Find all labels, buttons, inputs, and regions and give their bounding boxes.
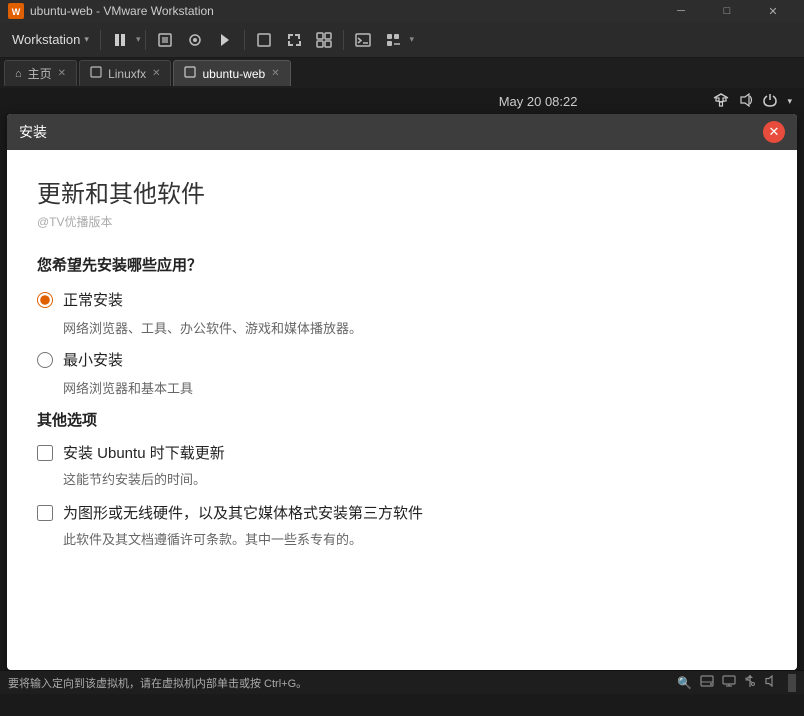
vm-datetime: May 20 08:22 [363, 94, 714, 109]
tab-linuxfx-label: Linuxfx [108, 67, 146, 81]
installer-close-button[interactable]: ✕ [763, 121, 785, 143]
workstation-dropdown-arrow: ▾ [84, 34, 89, 45]
home-tab-icon: ⌂ [15, 68, 22, 80]
tab-home[interactable]: ⌂ 主页 ✕ [4, 60, 77, 86]
toolbar-separator-4 [343, 30, 344, 50]
window-title: ubuntu-web - VMware Workstation [30, 4, 214, 18]
bottom-status-bar: 要将输入定向到该虚拟机，请在虚拟机内部单击或按 Ctrl+G。 🔍 [0, 670, 804, 694]
normal-install-desc: 网络浏览器、工具、办公软件、游戏和媒体播放器。 [63, 318, 767, 337]
tab-ubuntu-web[interactable]: ubuntu-web ✕ [173, 60, 290, 86]
tabs-bar: ⌂ 主页 ✕ Linuxfx ✕ ubuntu-web ✕ [0, 58, 804, 88]
tab-home-label: 主页 [28, 65, 52, 82]
installer-window: 安装 ✕ 更新和其他软件 @TV优播版本 您希望先安装哪些应用？ 正常安装 网络… [7, 114, 797, 670]
tab-home-close[interactable]: ✕ [58, 68, 66, 79]
bottom-bar-icons: 🔍 [677, 674, 796, 692]
workstation-label: Workstation [12, 32, 80, 47]
bottom-indicator [788, 674, 796, 692]
vm-status-icons: ▾ [713, 93, 792, 110]
fit-guest-button[interactable] [151, 26, 179, 54]
close-button[interactable]: ✕ [750, 0, 796, 22]
workstation-menu[interactable]: Workstation ▾ [6, 32, 95, 47]
minimal-install-option[interactable]: 最小安装 [37, 349, 767, 370]
checkbox-update-option[interactable]: 安装 Ubuntu 时下载更新 [37, 442, 767, 463]
checkbox-update[interactable] [37, 445, 53, 461]
vm-menu-arrow[interactable]: ▾ [787, 96, 792, 107]
snapshot-button[interactable] [181, 26, 209, 54]
minimal-install-radio[interactable] [37, 352, 53, 368]
section-question: 您希望先安装哪些应用？ [37, 254, 767, 275]
page-subheading: @TV优播版本 [37, 213, 767, 230]
vm-power-icon[interactable] [763, 93, 777, 110]
installer-titlebar: 安装 ✕ [7, 114, 797, 150]
toolbar-separator-2 [145, 30, 146, 50]
installer-content: 更新和其他软件 @TV优播版本 您希望先安装哪些应用？ 正常安装 网络浏览器、工… [7, 150, 797, 670]
bottom-bar-message: 要将输入定向到该虚拟机，请在虚拟机内部单击或按 Ctrl+G。 [8, 675, 307, 691]
title-bar: W ubuntu-web - VMware Workstation ─ □ ✕ [0, 0, 804, 22]
bottom-usb-icon[interactable] [744, 674, 756, 691]
bottom-network2-icon[interactable] [722, 675, 736, 690]
vm-settings-button[interactable] [250, 26, 278, 54]
toolbar-separator-1 [100, 30, 101, 50]
tab-ubuntu-label: ubuntu-web [202, 67, 265, 81]
other-options-heading: 其他选项 [37, 409, 767, 430]
pause-dropdown-arrow[interactable]: ▾ [136, 34, 141, 45]
toolbar-separator-3 [244, 30, 245, 50]
page-heading: 更新和其他软件 [37, 174, 767, 209]
ubuntu-tab-icon [184, 66, 196, 81]
checkbox-update-desc: 这能节约安装后的时间。 [63, 469, 767, 488]
bottom-hdd-icon[interactable] [700, 675, 714, 690]
checkbox-thirdparty-desc: 此软件及其文档遵循许可条款。其中一些系专有的。 [63, 529, 767, 548]
installer-title: 安装 [19, 122, 47, 142]
vmware-icon: W [8, 3, 24, 19]
fullscreen-button[interactable] [280, 26, 308, 54]
maximize-button[interactable]: □ [704, 0, 750, 22]
bottom-search-icon[interactable]: 🔍 [677, 676, 692, 690]
toolbar: Workstation ▾ ▾ ▾ [0, 22, 804, 58]
checkbox-update-label[interactable]: 安装 Ubuntu 时下载更新 [63, 442, 225, 463]
vm-volume-icon[interactable] [739, 93, 753, 110]
unity-dropdown-arrow[interactable]: ▾ [409, 34, 414, 45]
normal-install-label[interactable]: 正常安装 [63, 289, 123, 310]
title-bar-left: W ubuntu-web - VMware Workstation [8, 3, 214, 19]
suspend-button[interactable] [211, 26, 239, 54]
terminal-button[interactable] [349, 26, 377, 54]
minimal-install-label[interactable]: 最小安装 [63, 349, 123, 370]
bottom-sound-icon[interactable] [764, 675, 776, 690]
vm-display-area[interactable]: May 20 08:22 ▾ 安装 ✕ 更新和其他软件 @TV优播 [0, 88, 804, 670]
tab-ubuntu-close[interactable]: ✕ [271, 68, 279, 79]
vm-network-icon[interactable] [713, 93, 729, 110]
pause-button[interactable] [106, 26, 134, 54]
linuxfx-tab-icon [90, 66, 102, 81]
normal-install-radio[interactable] [37, 292, 53, 308]
unity-button[interactable] [379, 26, 407, 54]
svg-text:W: W [12, 7, 21, 17]
window-controls[interactable]: ─ □ ✕ [658, 0, 796, 22]
checkbox-thirdparty-label[interactable]: 为图形或无线硬件，以及其它媒体格式安装第三方软件 [63, 502, 423, 523]
tab-linuxfx-close[interactable]: ✕ [152, 68, 160, 79]
checkbox-thirdparty[interactable] [37, 505, 53, 521]
minimize-button[interactable]: ─ [658, 0, 704, 22]
checkbox-thirdparty-option[interactable]: 为图形或无线硬件，以及其它媒体格式安装第三方软件 [37, 502, 767, 523]
view-button[interactable] [310, 26, 338, 54]
normal-install-option[interactable]: 正常安装 [37, 289, 767, 310]
minimal-install-desc: 网络浏览器和基本工具 [63, 378, 767, 397]
vm-status-bar: May 20 08:22 ▾ [0, 88, 804, 114]
tab-linuxfx[interactable]: Linuxfx ✕ [79, 60, 171, 86]
